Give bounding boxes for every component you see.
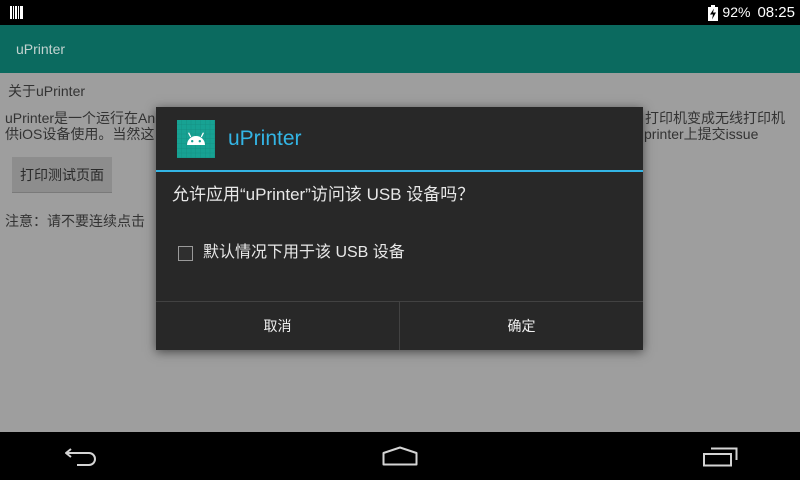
description-line-1-start: uPrinter是一个运行在An (5, 110, 156, 126)
dialog-message: 允许应用“uPrinter”访问该 USB 设备吗？ (172, 185, 475, 204)
battery-percent: 92% (722, 4, 751, 20)
app-title: uPrinter (16, 41, 66, 57)
dialog-button-bar: 取消 确定 (156, 301, 643, 350)
clock: 08:25 (757, 4, 795, 21)
back-icon[interactable] (63, 447, 97, 467)
dialog-title: uPrinter (228, 127, 302, 150)
ok-button[interactable]: 确定 (399, 302, 643, 350)
android-app-icon (177, 120, 215, 158)
battery-charging-icon (708, 4, 719, 21)
about-heading: 关于uPrinter (8, 83, 86, 99)
description-line-2-end: printer上提交issue (644, 126, 759, 142)
usb-permission-dialog: uPrinter 允许应用“uPrinter”访问该 USB 设备吗？ 默认情况… (156, 107, 643, 350)
cancel-button[interactable]: 取消 (156, 302, 399, 350)
description-line-2-start: 供iOS设备使用。当然这 (5, 126, 155, 142)
description-line-1-end: 打印机变成无线打印机 (645, 110, 785, 126)
navigation-bar (0, 432, 800, 480)
device-screen: 92% 08:25 uPrinter 关于uPrinter uPrinter是一… (0, 0, 800, 480)
recents-icon[interactable] (702, 447, 738, 467)
notice-text: 注意：请不要连续点击 (5, 213, 145, 229)
action-bar: uPrinter (0, 25, 800, 73)
status-bar: 92% 08:25 (0, 0, 800, 25)
dialog-title-divider (156, 170, 643, 172)
home-icon[interactable] (382, 446, 418, 466)
print-test-page-button[interactable]: 打印测试页面 (12, 157, 112, 193)
use-by-default-option[interactable]: 默认情况下用于该 USB 设备 (172, 237, 627, 271)
status-indicators: 92% 08:25 (708, 0, 795, 25)
usb-default-checkbox[interactable] (178, 246, 193, 261)
barcode-icon (10, 6, 23, 19)
checkbox-label: 默认情况下用于该 USB 设备 (203, 244, 405, 261)
